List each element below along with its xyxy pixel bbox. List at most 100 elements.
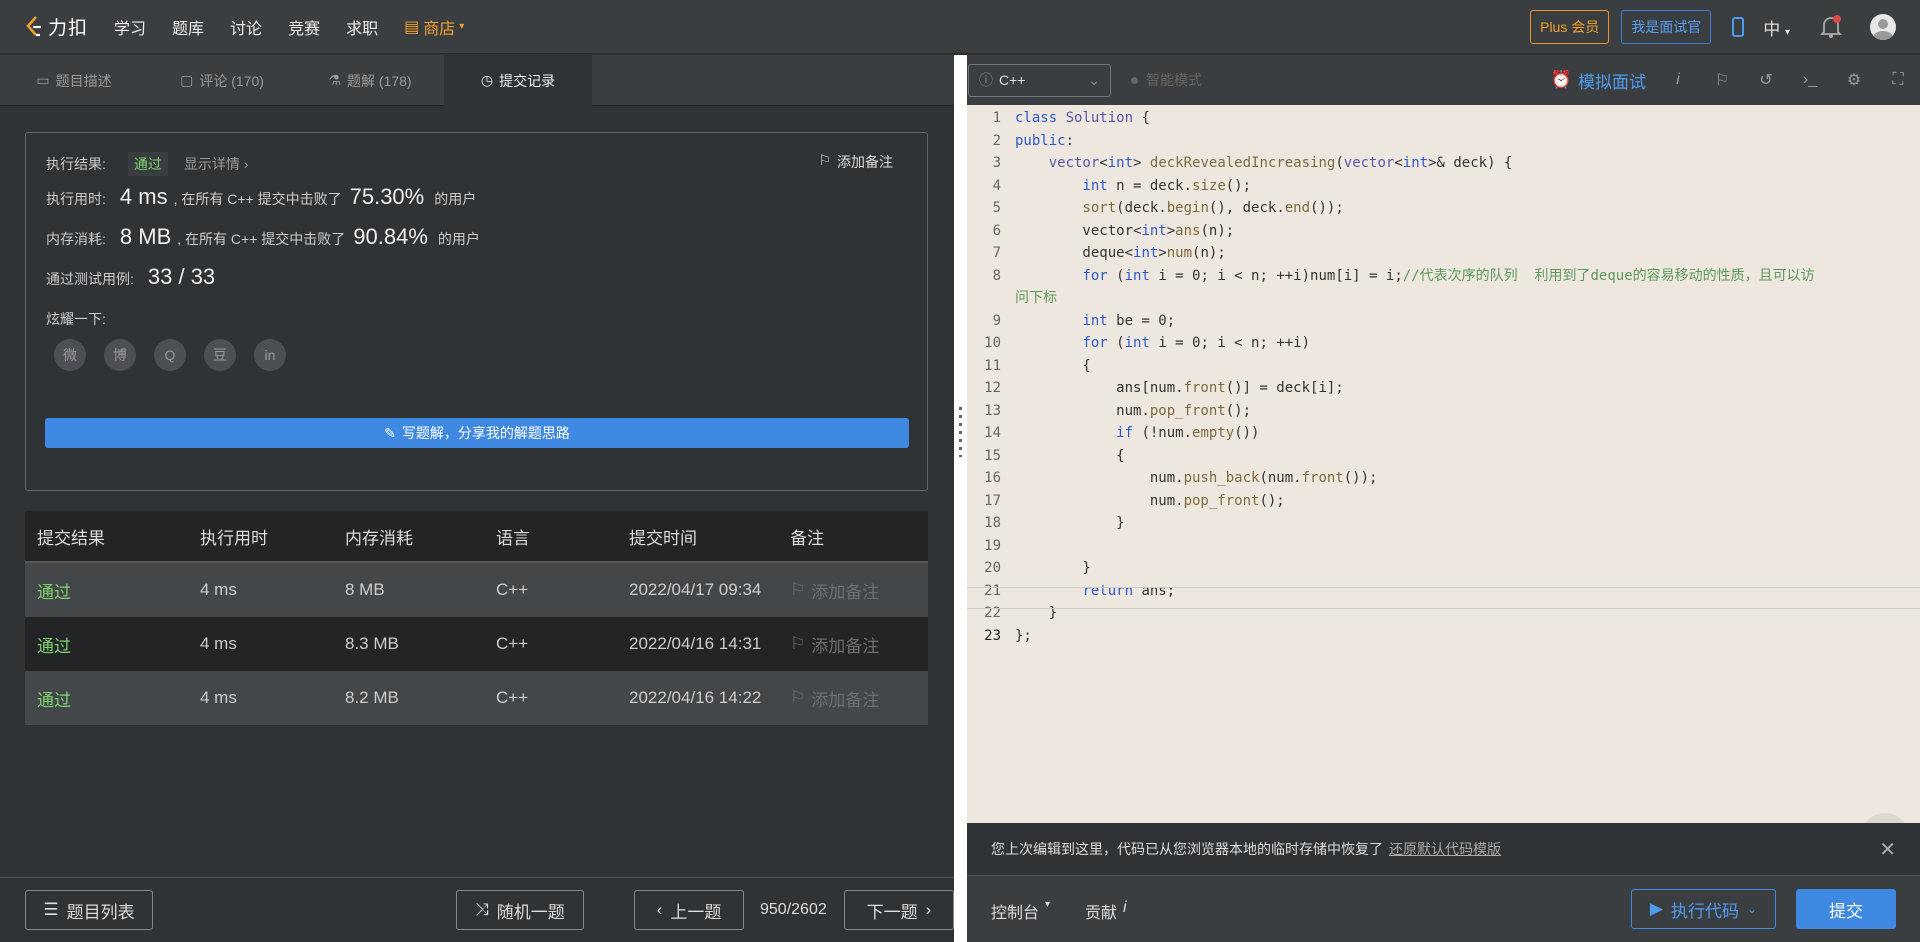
row-language: C++ [496,580,529,599]
logo-text: 力扣 [48,18,89,39]
bell-icon[interactable] [1820,15,1842,39]
table-row[interactable]: 通过 4 ms 8 MB C++ 2022/04/17 09:34 ⚐ 添加备注 [25,563,928,617]
row-add-note[interactable]: ⚐ 添加备注 [790,632,928,657]
tab-description[interactable]: ▭ 题目描述 [0,55,148,106]
next-problem-button[interactable]: 下一题 › [844,890,954,930]
notebook-icon[interactable] [1860,813,1910,823]
code-line: 20 } [984,560,1091,576]
terminal-icon[interactable]: ›_ [1788,71,1832,89]
row-add-note[interactable]: ⚐ 添加备注 [790,686,928,711]
table-row[interactable]: 通过 4 ms 8.3 MB C++ 2022/04/16 14:31 ⚐ 添加备… [25,617,928,671]
code-line: 10 for (int i = 0; i < n; ++i) [984,335,1311,351]
linkedin-icon[interactable]: in [254,339,286,371]
nav-discuss[interactable]: 讨论 [230,15,262,39]
tab-label: 题解 (178) [346,72,412,89]
contribute-label: 贡献 [1085,905,1118,922]
prev-problem-button[interactable]: ‹ 上一题 [634,890,744,930]
nav-store[interactable]: ▤ 商店 ▾ [404,15,464,39]
write-solution-button[interactable]: ✎ 写题解，分享我的解题思路 [45,418,909,448]
share-icons: 微 博 Q 豆 in [54,339,286,371]
write-solution-label: 写题解，分享我的解题思路 [401,425,570,441]
weibo-icon[interactable]: 博 [104,339,136,371]
table-header: 提交结果 执行用时 内存消耗 语言 提交时间 备注 [25,511,928,563]
douban-icon[interactable]: 豆 [204,339,236,371]
doc-icon: ▭ [36,72,50,88]
row-note-label: 添加备注 [811,690,880,710]
code-line: 5 sort(deck.begin(), deck.end()); [992,200,1344,216]
restore-default-link[interactable]: 还原默认代码模版 [1389,839,1501,859]
row-result[interactable]: 通过 [25,686,200,711]
fullscreen-icon[interactable]: ⛶ [1876,71,1920,89]
top-nav: 力扣 学习 题库 讨论 竞赛 求职 ▤ 商店 ▾ Plus 会员 我是面试官 中… [0,0,1920,54]
pencil-icon: ✎ [384,424,396,441]
row-add-note[interactable]: ⚐ 添加备注 [790,578,928,603]
nav-problems[interactable]: 题库 [172,15,204,39]
tab-submissions[interactable]: ◷ 提交记录 [444,55,592,106]
tab-solutions[interactable]: ⚗ 题解 (178) [296,55,444,106]
mock-interview-button[interactable]: ⏰ 模拟面试 [1551,68,1646,93]
add-note-button[interactable]: ⚐ 添加备注 [818,152,893,172]
avatar[interactable] [1870,14,1896,40]
reset-icon[interactable]: ↺ [1744,70,1788,90]
code-line: 14 if (!num.empty()) [984,425,1260,441]
qq-icon[interactable]: Q [154,339,186,371]
row-result[interactable]: 通过 [25,578,200,603]
drag-handle-icon[interactable] [959,407,962,457]
interviewer-button[interactable]: 我是面试官 [1621,10,1712,44]
language-select[interactable]: ⓘ C++ ⌄ [968,63,1111,97]
run-code-label: 执行代码 [1671,901,1739,921]
share-row: 炫耀一下: [46,309,106,329]
nav-contest[interactable]: 竞赛 [288,15,320,39]
row-date: 2022/04/16 14:22 [629,688,762,707]
nav-jobs[interactable]: 求职 [346,15,378,39]
random-problem-button[interactable]: ⤨ 随机一题 [456,890,584,930]
code-line: 23}; [984,627,1032,644]
plus-member-button[interactable]: Plus 会员 [1530,10,1610,44]
chevron-down-icon: ▾ [1784,26,1790,38]
mock-interview-label: 模拟面试 [1578,72,1646,92]
code-line: 问下标 [1015,290,1057,306]
pane-splitter[interactable] [954,55,967,942]
contribute-button[interactable]: 贡献 i [1085,899,1127,923]
row-language: C++ [496,688,529,707]
info-italic-icon[interactable]: i [1656,71,1700,89]
memory-percent: 90.84% [353,224,428,249]
close-icon[interactable]: ✕ [1879,837,1896,862]
language-switch[interactable]: 中 ▾ [1763,15,1790,40]
mobile-icon[interactable] [1731,17,1745,37]
code-line: 6 vector<int>ans(n); [992,222,1235,239]
tab-comments[interactable]: ▢ 评论 (170) [148,55,296,106]
editor-toolbar: ⓘ C++ ⌄ 智能模式 ⏰ 模拟面试 i ⚐ ↺ ›_ ⚙ ⛶ [967,55,1920,105]
logo[interactable]: 力扣 [24,13,88,40]
row-memory: 8 MB [345,580,385,599]
table-row[interactable]: 通过 4 ms 8.2 MB C++ 2022/04/16 14:22 ⚐ 添加备… [25,671,928,725]
memory-row: 内存消耗: 8 MB , 在所有 C++ 提交中击败了 90.84% 的用户 [46,224,480,250]
nav-learn[interactable]: 学习 [114,15,146,39]
code-line: 11 { [984,357,1091,374]
settings-icon[interactable]: ⚙ [1832,70,1876,90]
code-editor[interactable]: 1 class Solution { 2 public: 3 vector<int>… [967,105,1920,823]
prev-label: 上一题 [670,902,722,922]
code-line: 7 deque<int>num(n); [992,245,1226,261]
submit-button[interactable]: 提交 [1796,889,1896,929]
leetcode-logo-icon [26,15,41,36]
chevron-right-icon: › [925,900,932,919]
flag-icon: ⚐ [790,580,806,599]
flag-icon[interactable]: ⚐ [1700,70,1744,90]
chevron-down-icon: ▾ [1045,899,1051,910]
wechat-icon[interactable]: 微 [54,339,86,371]
code-line: 12 ans[num.front()] = deck[i]; [984,380,1344,396]
code-line: 8 for (int i = 0; i < n; ++i)num[i] = i;… [992,267,1815,284]
smart-mode-toggle[interactable]: 智能模式 [1131,70,1202,90]
row-result[interactable]: 通过 [25,632,200,657]
run-code-button[interactable]: ▶ 执行代码 ⌄ [1631,889,1776,929]
console-toggle[interactable]: 控制台 ▾ [991,899,1050,923]
flag-icon: ⚐ [818,152,831,168]
problem-list-button[interactable]: ☰ 题目列表 [25,890,153,930]
code-line: 4 int n = deck.size(); [992,177,1252,194]
code-line: 19 [984,537,1001,554]
info-italic-icon: i [1123,899,1127,916]
code-line: 13 num.pop_front(); [984,402,1252,419]
show-details-link[interactable]: 显示详情 › [184,154,249,174]
clock-icon: ◷ [480,72,494,88]
